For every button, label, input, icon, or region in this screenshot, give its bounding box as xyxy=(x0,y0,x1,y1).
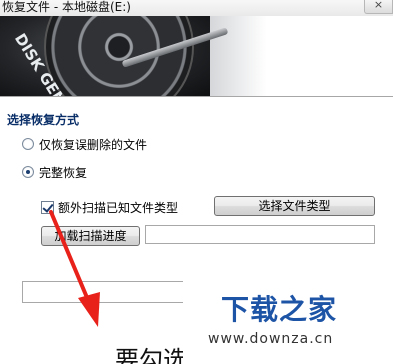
logo-text-disk: DISK GENIUS xyxy=(11,30,84,96)
annotation-caption: 要勾选 xyxy=(115,346,183,364)
window-title: 恢复文件 - 本地磁盘(E:) xyxy=(2,0,131,14)
radio-button-full-recovery[interactable] xyxy=(22,166,34,178)
scan-progress-path-field[interactable] xyxy=(145,225,375,244)
select-file-types-button[interactable]: 选择文件类型 xyxy=(214,196,375,216)
radio-label-full-recovery: 完整恢复 xyxy=(39,165,88,180)
watermark-url: www.downza.cn xyxy=(208,331,334,347)
disk-genius-logo: DISK GENIUS xyxy=(11,30,84,96)
app-banner: DISK GENIUS xyxy=(0,16,393,96)
extra-scan-label: 额外扫描已知文件类型 xyxy=(58,200,179,215)
watermark-title: 下载之家 xyxy=(221,293,338,326)
radio-full-recovery[interactable]: 完整恢复 xyxy=(22,164,87,180)
close-button[interactable]: × xyxy=(364,0,393,14)
load-scan-progress-button[interactable]: 加载扫描进度 xyxy=(41,226,140,246)
radio-deleted-only[interactable]: 仅恢复误删除的文件 xyxy=(22,136,147,152)
title-bar: 恢复文件 - 本地磁盘(E:) × xyxy=(0,0,393,16)
radio-button-deleted-only[interactable] xyxy=(22,138,34,150)
extra-scan-checkbox[interactable] xyxy=(41,200,54,214)
lower-input-field[interactable] xyxy=(22,281,184,303)
banner-separator-highlight xyxy=(0,97,393,98)
extra-scan-option[interactable]: 额外扫描已知文件类型 xyxy=(41,199,178,215)
radio-label-deleted-only: 仅恢复误删除的文件 xyxy=(39,137,148,152)
section-title: 选择恢复方式 xyxy=(7,113,80,127)
